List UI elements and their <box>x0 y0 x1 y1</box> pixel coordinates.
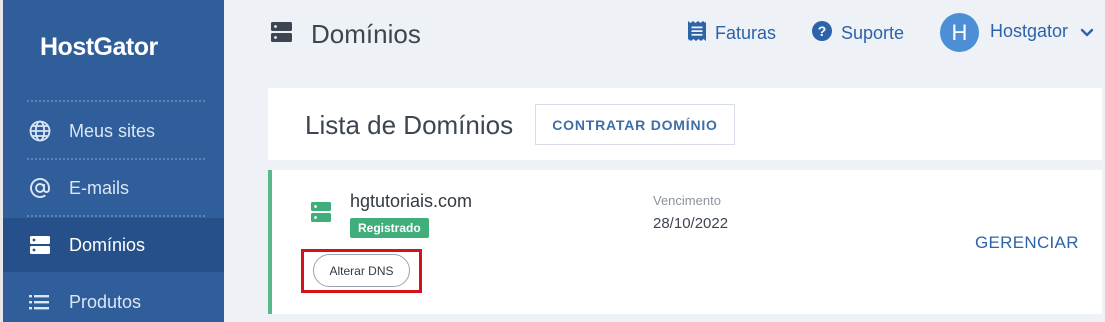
invoice-icon <box>687 20 707 47</box>
nav-divider <box>27 215 205 217</box>
manage-domain-link[interactable]: GERENCIAR <box>975 233 1079 253</box>
domain-list-title: Lista de Domínios <box>305 110 514 140</box>
sidebar-item-emails[interactable]: E-mails <box>3 161 224 215</box>
server-icon <box>311 202 331 227</box>
globe-icon <box>27 118 53 144</box>
sidebar-item-dominios[interactable]: Domínios <box>3 218 224 272</box>
svg-text:?: ? <box>818 23 827 39</box>
avatar[interactable]: H <box>940 13 979 52</box>
change-dns-button[interactable]: Alterar DNS <box>313 254 410 287</box>
domain-list-header: Lista de Domínios CONTRATAR DOMÍNIO <box>268 88 1102 160</box>
domain-row: hgtutoriais.com Registrado Vencimento 28… <box>268 170 1102 314</box>
chevron-down-icon[interactable] <box>1080 25 1094 43</box>
support-link[interactable]: ? Suporte <box>811 20 904 46</box>
server-icon <box>271 22 292 47</box>
sidebar-item-label: Domínios <box>69 234 146 255</box>
list-icon <box>27 289 53 315</box>
expiry-label: Vencimento <box>653 193 721 208</box>
invoices-link[interactable]: Faturas <box>687 20 776 46</box>
at-icon <box>27 175 53 201</box>
contract-domain-button[interactable]: CONTRATAR DOMÍNIO <box>535 104 735 145</box>
sidebar: HostGator Meus sites E-mails Domínios Pr… <box>0 0 224 322</box>
sidebar-item-produtos[interactable]: Produtos <box>3 275 224 322</box>
hostgator-logo[interactable]: HostGator <box>40 33 158 62</box>
server-icon <box>27 232 53 258</box>
page-title: Domínios <box>311 19 421 49</box>
invoices-label: Faturas <box>715 22 777 43</box>
sidebar-item-label: Produtos <box>69 291 142 312</box>
status-badge: Registrado <box>350 218 429 238</box>
user-name[interactable]: Hostgator <box>990 21 1068 42</box>
support-label: Suporte <box>841 22 905 43</box>
expiry-date: 28/10/2022 <box>653 215 729 232</box>
sidebar-item-label: E-mails <box>69 177 130 198</box>
domain-name: hgtutoriais.com <box>350 191 473 211</box>
sidebar-item-label: Meus sites <box>69 120 156 141</box>
nav-divider <box>27 158 205 160</box>
help-icon: ? <box>811 20 833 47</box>
nav-divider <box>27 100 205 102</box>
sidebar-item-meus-sites[interactable]: Meus sites <box>3 104 224 158</box>
